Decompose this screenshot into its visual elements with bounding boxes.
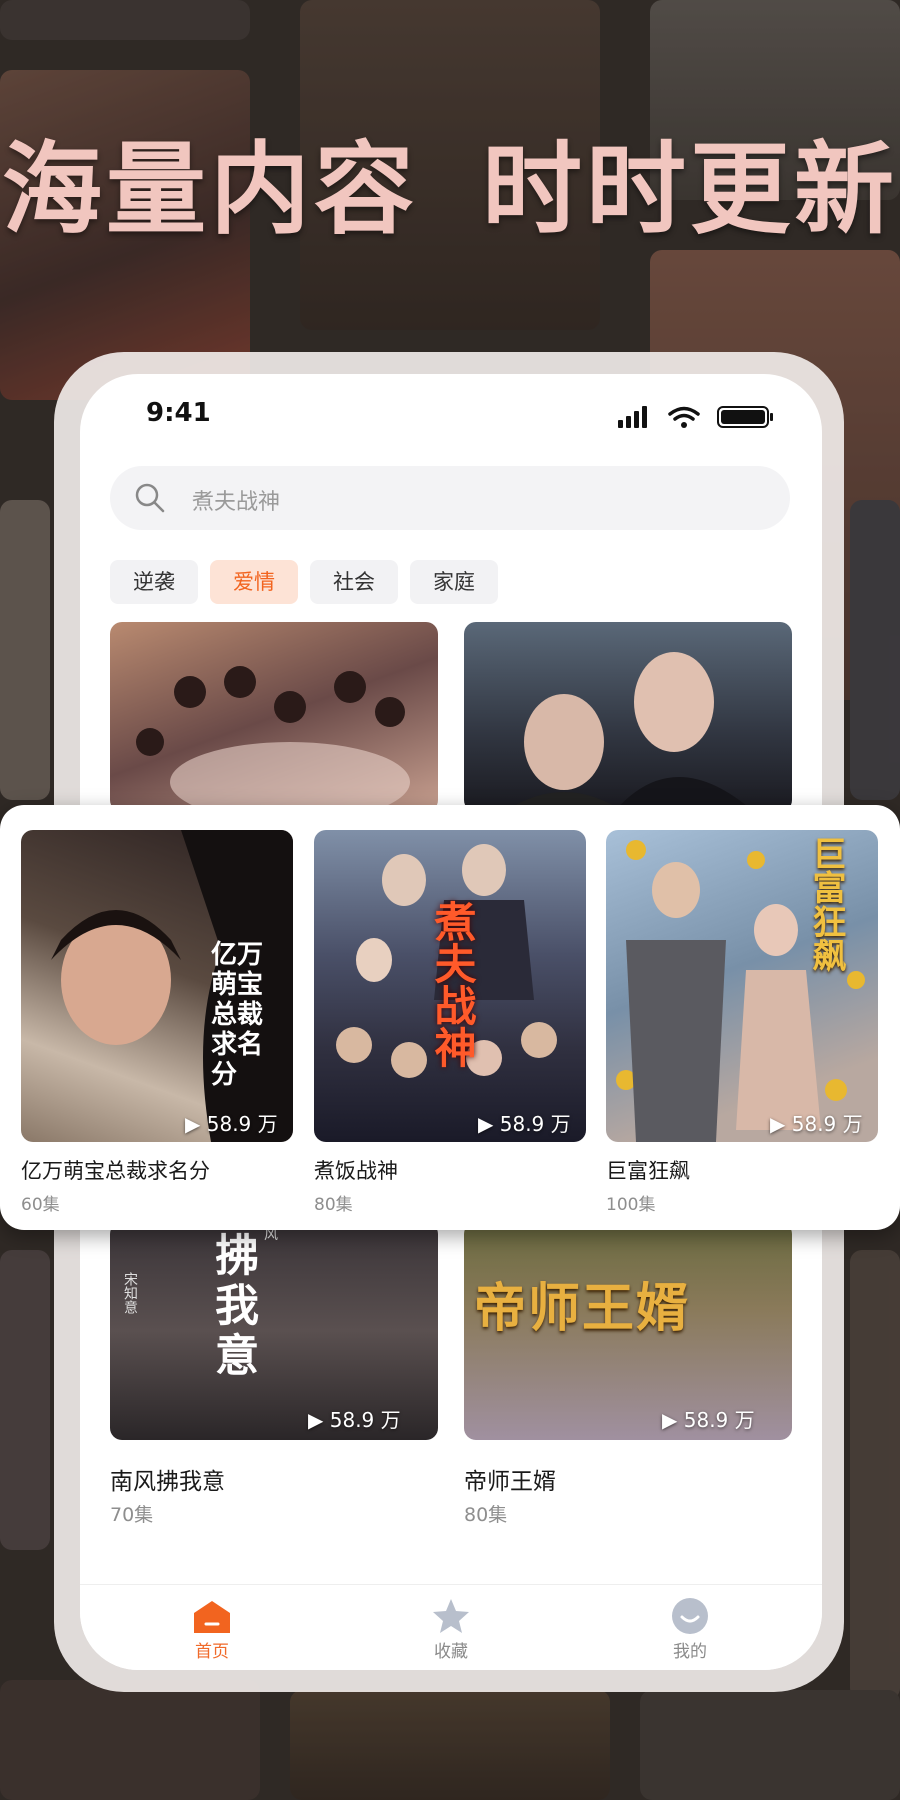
featured-poster-yiwan[interactable]: 亿万萌宝总裁求名分 ▶ 58.9 万 (21, 830, 293, 1142)
signal-icon (618, 406, 647, 428)
profile-icon (672, 1598, 708, 1634)
poster-title-text: 煮夫战神 (428, 900, 477, 1068)
search-placeholder: 煮夫战神 (192, 490, 281, 515)
headline-part2: 时时更新 (482, 131, 898, 248)
nav-favorites[interactable]: 收藏 (411, 1585, 491, 1670)
grid-poster-dishi[interactable]: 帝师王婿 ▶ 58.9 万 (464, 1222, 792, 1440)
featured-episodes-yiwan: 60集 (21, 1195, 60, 1215)
grid-title-nanfeng[interactable]: 南风拂我意 (110, 1462, 225, 1496)
poster-figures (504, 652, 754, 812)
nav-favorites-label: 收藏 (434, 1642, 468, 1662)
grid-poster-nanfeng[interactable]: 拂我意 宋知意 风 ▶ 58.9 万 (110, 1222, 438, 1440)
featured-episodes-jufu: 100集 (606, 1195, 656, 1215)
poster-title-text: 亿万萌宝总裁求名分 (211, 940, 264, 1090)
status-icons (618, 404, 778, 430)
bottom-nav: 首页 收藏 我的 (80, 1584, 822, 1670)
search-icon (135, 483, 165, 513)
tab-jiating[interactable]: 家庭 (410, 560, 498, 604)
promo-headline: 海量内容 时时更新 (0, 108, 900, 253)
nav-profile-label: 我的 (673, 1642, 707, 1662)
grid-title-dishi[interactable]: 帝师王婿 (464, 1462, 556, 1496)
grid-episodes-dishi: 80集 (464, 1504, 508, 1526)
featured-poster-jufu[interactable]: 巨富狂飙 ▶ 58.9 万 (606, 830, 878, 1142)
poster-title-text: 拂我意 (207, 1232, 258, 1382)
nav-profile[interactable]: 我的 (650, 1585, 730, 1670)
poster-title-text: 巨富狂飙 (806, 836, 846, 972)
tab-aiqing[interactable]: 爱情 (210, 560, 298, 604)
play-count: ▶ 58.9 万 (770, 1112, 863, 1136)
headline-part1: 海量内容 (2, 131, 418, 248)
poster-title-text: 帝师王婿 (474, 1278, 691, 1339)
nav-home-label: 首页 (195, 1642, 229, 1662)
tab-shehui[interactable]: 社会 (310, 560, 398, 604)
wifi-icon (668, 406, 700, 428)
tab-nixi[interactable]: 逆袭 (110, 560, 198, 604)
play-count: ▶ 58.9 万 (478, 1112, 571, 1136)
featured-poster-zhufan[interactable]: 煮夫战神 ▶ 58.9 万 (314, 830, 586, 1142)
grid-episodes-nanfeng: 70集 (110, 1504, 154, 1526)
poster-small-text: 宋知意 (122, 1272, 138, 1314)
status-time: 9:41 (146, 398, 211, 428)
play-count: ▶ 58.9 万 (662, 1408, 755, 1432)
grid-poster-top-right[interactable] (464, 622, 792, 812)
featured-episodes-zhufan: 80集 (314, 1195, 353, 1215)
featured-title-jufu[interactable]: 巨富狂飙 (606, 1155, 690, 1185)
battery-icon (717, 406, 773, 428)
play-count: ▶ 58.9 万 (308, 1408, 401, 1432)
poster-figures (136, 666, 410, 812)
featured-title-yiwan[interactable]: 亿万萌宝总裁求名分 (21, 1155, 210, 1185)
status-bar: 9:41 (80, 374, 822, 454)
play-count: ▶ 58.9 万 (185, 1112, 278, 1136)
star-icon (433, 1599, 469, 1633)
nav-home[interactable]: 首页 (172, 1585, 252, 1670)
search-bar[interactable]: 煮夫战神 (110, 466, 790, 530)
featured-title-zhufan[interactable]: 煮饭战神 (314, 1155, 398, 1185)
featured-panel: 亿万萌宝总裁求名分 ▶ 58.9 万 亿万萌宝总裁求名分 60集 煮夫战神 ▶ … (0, 805, 900, 1230)
grid-poster-top-left[interactable] (110, 622, 438, 812)
home-icon (194, 1601, 230, 1633)
